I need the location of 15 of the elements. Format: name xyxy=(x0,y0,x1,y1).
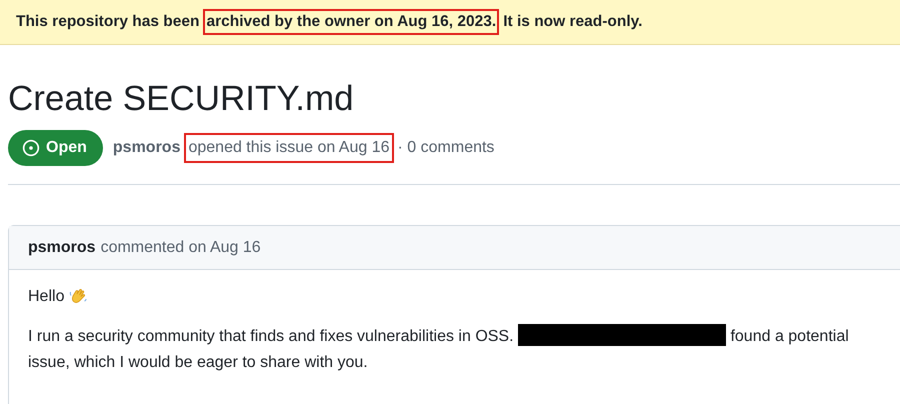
highlighted-text: opened this issue on Aug 16 xyxy=(184,133,394,163)
meta-text: · 0 comments xyxy=(398,139,494,157)
banner-text: This repository has been xyxy=(16,13,200,31)
highlighted-text: archived by the owner on Aug 16, 2023. xyxy=(203,9,500,35)
comment-meta: commented on Aug 16 xyxy=(100,238,261,256)
author-link[interactable]: psmoros xyxy=(28,238,96,256)
author-link[interactable]: psmoros xyxy=(112,139,180,157)
status-badge: Open xyxy=(8,130,103,166)
greeting-text: Hello xyxy=(28,287,64,307)
banner-text: It is now read-only. xyxy=(503,13,642,31)
comment-text: issue, which I would be eager to share with you. xyxy=(28,354,368,371)
issue-title: Create SECURITY.md xyxy=(8,78,355,120)
comment-text: I run a security community that finds and fixes vulnerabilities in OSS. xyxy=(28,328,514,345)
comment-text: found a potential xyxy=(730,328,849,345)
open-circle-icon xyxy=(22,139,40,157)
